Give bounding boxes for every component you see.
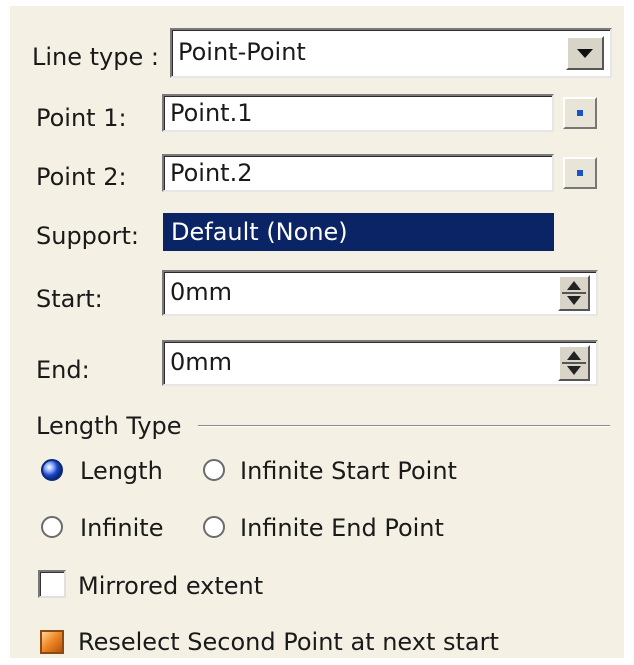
point1-label: Point 1:: [36, 104, 127, 132]
length-radio[interactable]: [41, 459, 63, 481]
point2-value: Point.2: [170, 159, 253, 187]
support-field[interactable]: Default (None): [163, 213, 554, 251]
point-select-icon: [577, 170, 583, 176]
support-label: Support:: [36, 222, 139, 250]
point2-picker-button[interactable]: [563, 157, 597, 189]
infinite-end-point-radio[interactable]: [203, 516, 225, 538]
mirrored-extent-label: Mirrored extent: [78, 572, 264, 600]
reselect-label: Reselect Second Point at next start: [78, 628, 499, 656]
start-spinner[interactable]: [558, 275, 590, 311]
point1-picker-button[interactable]: [563, 97, 597, 129]
spin-down-icon: [567, 296, 581, 305]
line-type-label: Line type :: [32, 43, 159, 71]
end-label: End:: [36, 356, 90, 384]
support-value: Default (None): [171, 218, 348, 246]
point1-field[interactable]: Point.1: [162, 94, 554, 132]
end-value: 0mm: [170, 348, 233, 376]
line-type-select[interactable]: Point-Point: [170, 28, 612, 78]
spin-down-icon: [567, 366, 581, 375]
spin-divider: [562, 292, 586, 294]
group-separator: [198, 425, 610, 427]
start-value: 0mm: [170, 278, 233, 306]
infinite-start-point-label: Infinite Start Point: [240, 457, 457, 485]
point-select-icon: [577, 110, 583, 116]
spin-divider: [562, 362, 586, 364]
length-radio-label: Length: [80, 457, 163, 485]
point1-value: Point.1: [170, 99, 253, 127]
start-label: Start:: [36, 285, 103, 313]
spin-up-icon: [567, 281, 581, 290]
infinite-start-point-radio[interactable]: [203, 459, 225, 481]
infinite-radio[interactable]: [41, 516, 63, 538]
infinite-radio-label: Infinite: [80, 514, 164, 542]
end-input[interactable]: 0mm: [162, 340, 598, 386]
mirrored-extent-checkbox[interactable]: [38, 570, 66, 598]
length-type-title: Length Type: [36, 412, 182, 440]
point2-field[interactable]: Point.2: [162, 154, 554, 192]
reselect-checkbox[interactable]: [40, 630, 64, 654]
line-definition-panel: Line type : Point-Point Point 1: Point.1…: [10, 6, 624, 658]
line-type-value: Point-Point: [178, 38, 306, 66]
line-type-dropdown-button[interactable]: [566, 36, 604, 70]
chevron-down-icon: [577, 49, 593, 58]
spin-up-icon: [567, 351, 581, 360]
point2-label: Point 2:: [36, 163, 127, 191]
end-spinner[interactable]: [558, 345, 590, 381]
infinite-end-point-label: Infinite End Point: [240, 514, 444, 542]
start-input[interactable]: 0mm: [162, 270, 598, 316]
